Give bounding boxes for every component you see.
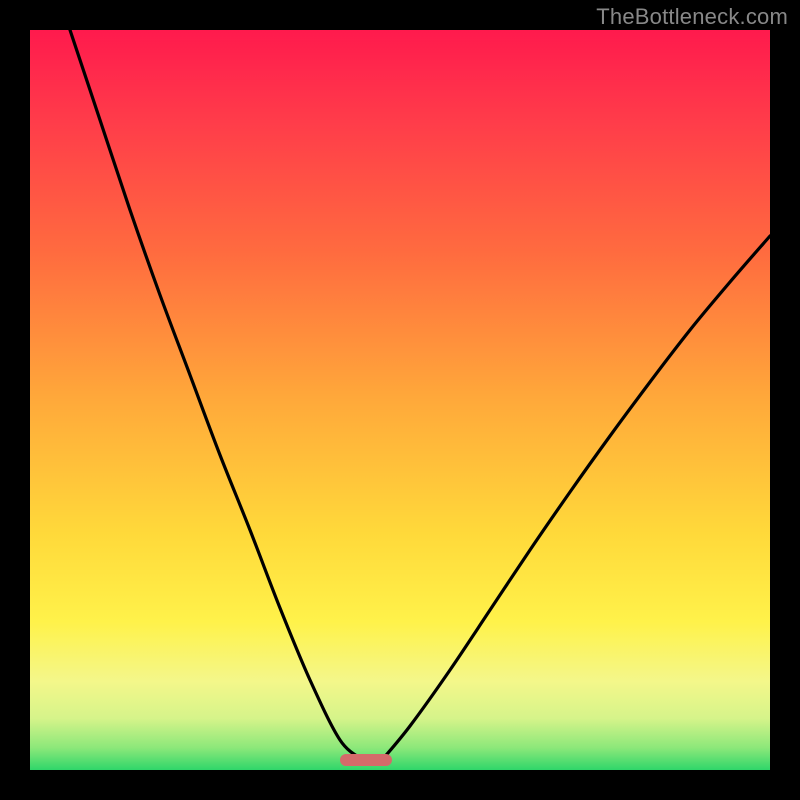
optimal-range-marker — [340, 754, 392, 766]
gradient-background — [30, 30, 770, 770]
plot-svg — [30, 30, 770, 770]
chart-root: TheBottleneck.com — [0, 0, 800, 800]
plot-area — [30, 30, 770, 770]
watermark-text: TheBottleneck.com — [596, 4, 788, 30]
